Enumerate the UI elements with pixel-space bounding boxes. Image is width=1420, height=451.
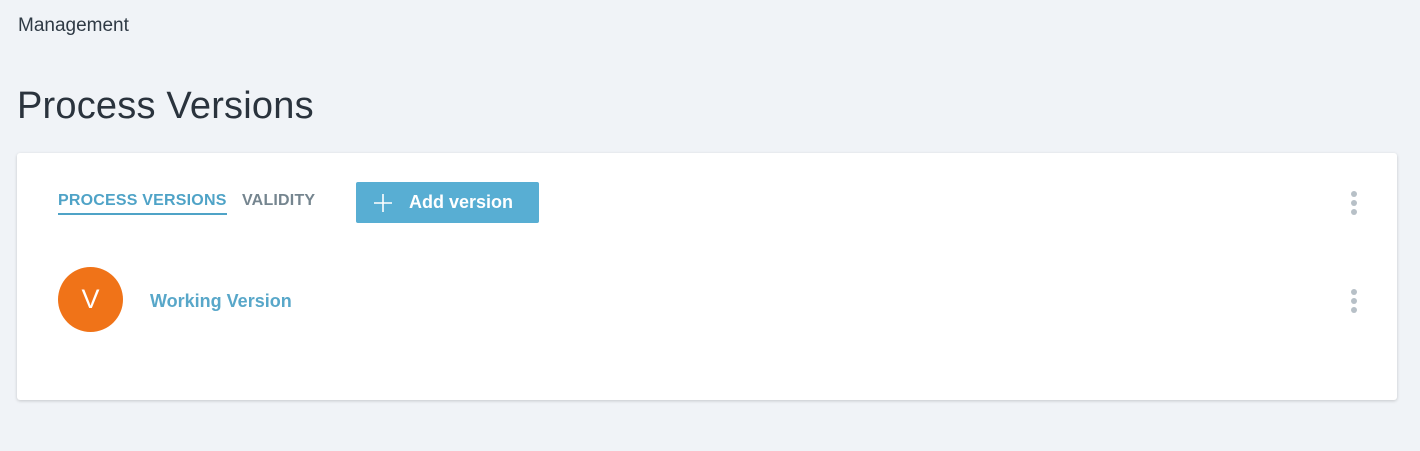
add-version-button[interactable]: Add version (356, 182, 539, 223)
breadcrumb[interactable]: Management (18, 14, 129, 38)
versions-card: PROCESS VERSIONS VALIDITY Add version V … (17, 153, 1397, 400)
add-version-label: Add version (409, 192, 514, 212)
vertical-dots-icon[interactable] (1348, 190, 1360, 216)
plus-icon (374, 193, 392, 212)
tab-process-versions[interactable]: PROCESS VERSIONS (58, 191, 227, 215)
version-avatar: V (58, 267, 123, 332)
version-name-link[interactable]: Working Version (150, 289, 292, 313)
version-list-item: V Working Version (58, 267, 1358, 333)
page-title: Process Versions (17, 85, 314, 127)
vertical-dots-icon[interactable] (1348, 288, 1360, 314)
tab-validity[interactable]: VALIDITY (242, 191, 315, 211)
